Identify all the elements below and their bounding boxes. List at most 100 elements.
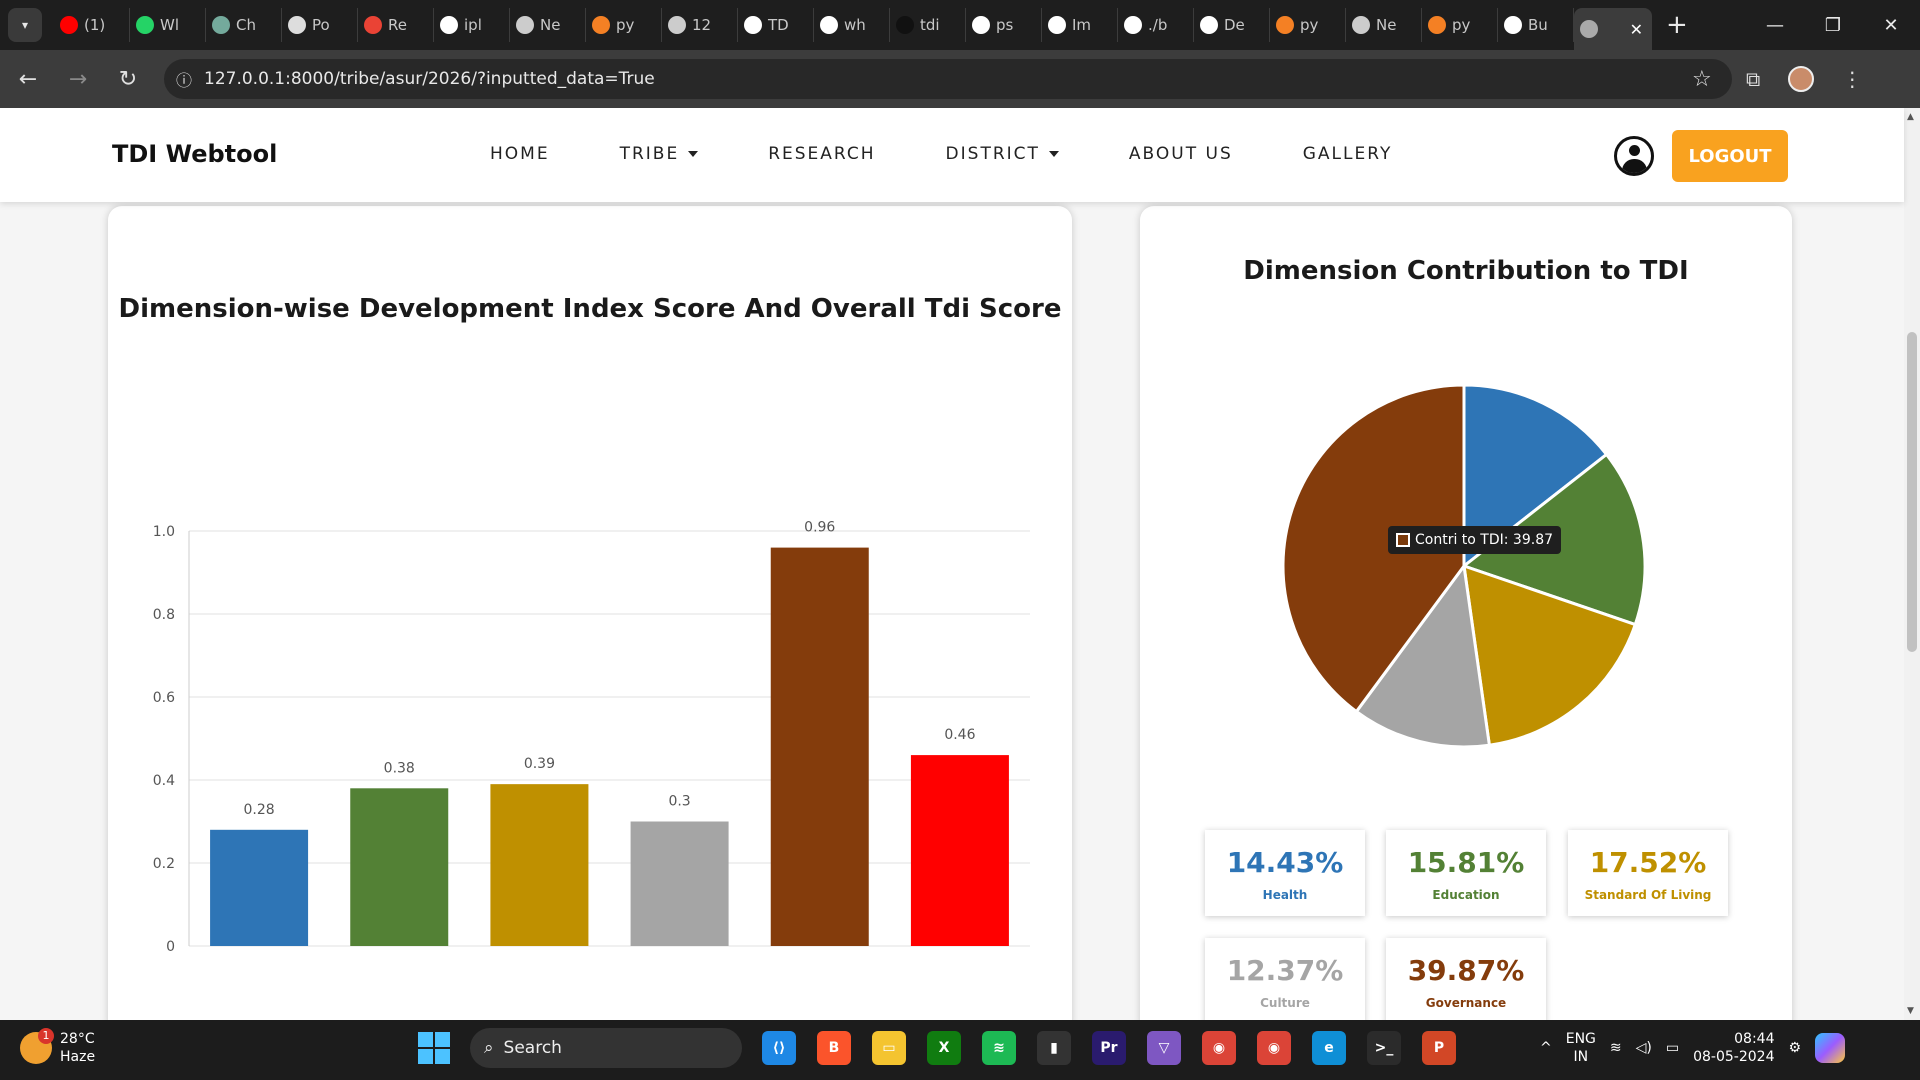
chrome-icon[interactable]: ◉ <box>1202 1031 1236 1065</box>
extensions-icon[interactable]: ⧉ <box>1746 67 1760 91</box>
globe-icon <box>668 16 686 34</box>
restore-button[interactable]: ❐ <box>1804 0 1862 50</box>
tray-overflow-icon[interactable]: ^ <box>1540 1040 1552 1056</box>
browser-tab[interactable]: tdi <box>890 8 966 42</box>
edge-icon[interactable]: e <box>1312 1031 1346 1065</box>
clock[interactable]: 08:44 08-05-2024 <box>1693 1030 1774 1066</box>
tab-title: py <box>1300 16 1319 34</box>
profile-avatar[interactable] <box>1788 66 1815 92</box>
chrome-icon <box>516 16 534 34</box>
browser-tab[interactable]: py <box>586 8 662 42</box>
bar-education-development-index <box>350 788 449 946</box>
weather-widget[interactable]: 1 28°C Haze <box>20 1028 95 1066</box>
start-button[interactable] <box>418 1032 450 1064</box>
browser-tab[interactable]: ./b <box>1118 8 1194 42</box>
browser-tab[interactable]: Ch <box>206 8 282 42</box>
stat-label: Culture <box>1260 996 1310 1010</box>
close-tab-icon[interactable]: ✕ <box>1630 20 1643 39</box>
tab-search-button[interactable]: ▾ <box>8 8 42 42</box>
whatsapp-icon <box>136 16 154 34</box>
browser-tab[interactable]: wh <box>814 8 890 42</box>
stat-label: Education <box>1432 888 1500 902</box>
nav-research[interactable]: RESEARCH <box>768 144 875 164</box>
minimize-button[interactable]: — <box>1746 0 1804 50</box>
spotify-icon[interactable]: ≋ <box>982 1031 1016 1065</box>
bar-value-label: 0.39 <box>524 756 555 772</box>
bar-chart: 0 0.2 0.4 0.6 0.8 1.0 0.28 0.38 0.39 0.3 0.96 0.46 <box>153 520 1030 955</box>
bar-culture-development-index <box>630 821 729 946</box>
reload-button[interactable]: ↻ <box>106 57 150 101</box>
close-window-button[interactable]: ✕ <box>1862 0 1920 50</box>
scroll-thumb[interactable] <box>1907 332 1917 652</box>
terminal-icon[interactable]: >_ <box>1367 1031 1401 1065</box>
site-info-icon[interactable]: ⓘ <box>164 67 204 91</box>
taskbar-apps: ⌕ Search ⟨⟩ B ▭ X ≋ ▮ Pr ▽ ◉ ◉ e >_ P <box>418 1028 1456 1068</box>
nav-about-us[interactable]: ABOUT US <box>1129 144 1233 164</box>
stat-card-health: 14.43% Health <box>1205 830 1365 916</box>
url-text[interactable]: 127.0.0.1:8000/tribe/asur/2026/?inputted… <box>204 69 1692 89</box>
bar-value-label: 0.38 <box>384 760 415 776</box>
active-browser-tab[interactable]: ✕ <box>1574 8 1652 50</box>
site-icon <box>288 16 306 34</box>
volume-icon[interactable]: ◁) <box>1636 1040 1652 1056</box>
google-icon <box>440 16 458 34</box>
address-bar[interactable]: ⓘ 127.0.0.1:8000/tribe/asur/2026/?inputt… <box>164 59 1732 99</box>
vpn-icon[interactable]: ▽ <box>1147 1031 1181 1065</box>
nav-label: DISTRICT <box>945 144 1040 164</box>
page-scrollbar[interactable]: ▲ ▼ <box>1904 108 1920 1020</box>
premiere-icon[interactable]: Pr <box>1092 1031 1126 1065</box>
browser-tab[interactable]: Ne <box>510 8 586 42</box>
vscode-icon[interactable]: ⟨⟩ <box>762 1031 796 1065</box>
browser-tab[interactable]: ps <box>966 8 1042 42</box>
stackoverflow-icon <box>592 16 610 34</box>
taskbar-search[interactable]: ⌕ Search <box>470 1028 742 1068</box>
tab-title: De <box>1224 16 1245 34</box>
language-indicator[interactable]: ENG IN <box>1566 1030 1596 1066</box>
browser-tab[interactable]: Bu <box>1498 8 1574 42</box>
back-button[interactable]: ← <box>6 57 50 101</box>
audio-icon[interactable]: ▮ <box>1037 1031 1071 1065</box>
powerpoint-icon[interactable]: P <box>1422 1031 1456 1065</box>
site-logo[interactable]: TDI Webtool <box>112 140 277 168</box>
chevron-down-icon: ▾ <box>21 18 29 32</box>
browser-tab[interactable]: py <box>1270 8 1346 42</box>
browser-tab[interactable]: Ne <box>1346 8 1422 42</box>
search-icon: ⌕ <box>484 1038 494 1058</box>
browser-tab[interactable]: py <box>1422 8 1498 42</box>
stat-value: 39.87% <box>1407 954 1525 987</box>
tab-title: ipl <box>464 16 482 34</box>
scroll-up-icon[interactable]: ▲ <box>1907 112 1914 122</box>
tab-title: wh <box>844 16 866 34</box>
nav-home[interactable]: HOME <box>490 144 550 164</box>
browser-tab[interactable]: Po <box>282 8 358 42</box>
chrome-icon <box>1352 16 1370 34</box>
brave-icon[interactable]: B <box>817 1031 851 1065</box>
browser-tab[interactable]: De <box>1194 8 1270 42</box>
browser-tab[interactable]: 12 <box>662 8 738 42</box>
browser-tab[interactable]: TD <box>738 8 814 42</box>
stat-label: Health <box>1262 888 1308 902</box>
browser-tab[interactable]: ipl <box>434 8 510 42</box>
bookmark-star-icon[interactable]: ☆ <box>1692 67 1732 92</box>
nav-gallery[interactable]: GALLERY <box>1303 144 1393 164</box>
user-account-icon[interactable] <box>1614 136 1654 176</box>
wifi-icon[interactable]: ≋ <box>1610 1040 1622 1056</box>
browser-tab[interactable]: (1) <box>54 8 130 42</box>
scroll-down-icon[interactable]: ▼ <box>1907 1006 1914 1016</box>
nav-tribe[interactable]: TRIBE <box>620 144 699 164</box>
browser-tab[interactable]: Re <box>358 8 434 42</box>
copilot-icon[interactable] <box>1815 1033 1846 1063</box>
browser-tab[interactable]: Im <box>1042 8 1118 42</box>
y-tick-label: 0.6 <box>153 690 175 706</box>
settings-gear-icon[interactable]: ⚙ <box>1788 1040 1801 1056</box>
forward-button[interactable]: → <box>56 57 100 101</box>
new-tab-button[interactable]: + <box>1666 10 1688 40</box>
file-explorer-icon[interactable]: ▭ <box>872 1031 906 1065</box>
battery-icon[interactable]: ▭ <box>1666 1040 1679 1056</box>
menu-icon[interactable]: ⋮ <box>1842 67 1862 91</box>
xbox-icon[interactable]: X <box>927 1031 961 1065</box>
nav-district[interactable]: DISTRICT <box>946 144 1059 164</box>
browser-tab[interactable]: Wl <box>130 8 206 42</box>
logout-button[interactable]: LOGOUT <box>1672 130 1788 182</box>
chrome-active-icon[interactable]: ◉ <box>1257 1031 1291 1065</box>
